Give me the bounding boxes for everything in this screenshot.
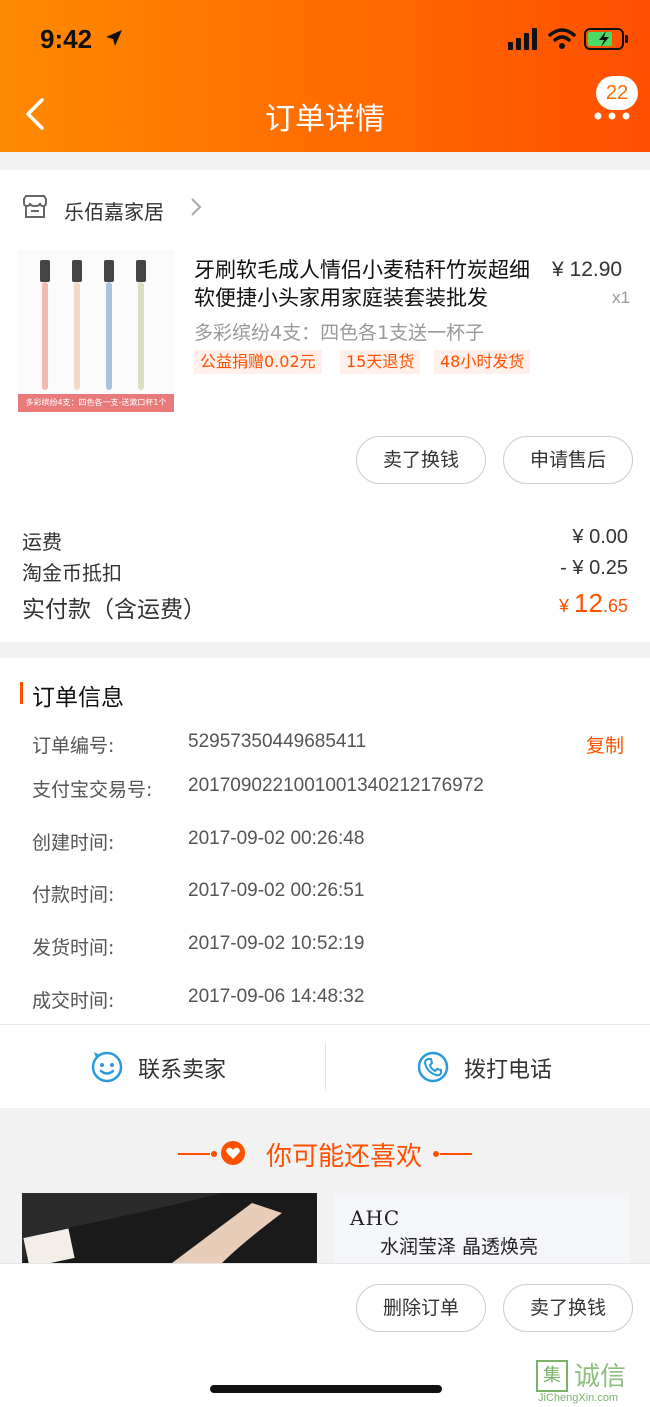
paid-time-label: 付款时间: <box>32 884 115 906</box>
watermark-url: JiChengXin.com <box>538 1392 619 1404</box>
product-image[interactable]: 多彩缤纷4支：四色各一支-送漱口杯1个 <box>18 250 174 412</box>
alipay-trade-label: 支付宝交易号: <box>32 779 153 801</box>
tag-charity: 公益捐赠0.02元 <box>194 350 322 374</box>
order-number-label: 订单编号: <box>32 735 115 757</box>
paid-amount-label: 实付款（含运费） <box>22 597 206 623</box>
location-arrow-icon <box>106 30 122 46</box>
tag-return: 15天退货 <box>340 350 421 374</box>
recommend-title: 你可能还喜欢 <box>0 1136 650 1173</box>
product-price: ¥ 12.90 <box>552 258 623 281</box>
coin-deduct-label: 淘金币抵扣 <box>22 561 122 585</box>
page-title: 订单详情 <box>265 102 385 137</box>
shipped-time-value: 2017-09-02 10:52:19 <box>188 933 365 954</box>
created-time-value: 2017-09-02 00:26:48 <box>188 828 365 849</box>
copy-order-number-button[interactable]: 复制 <box>586 731 624 758</box>
section-accent-bar <box>20 682 23 704</box>
paid-amount-value: ¥ 12.65 <box>559 588 628 619</box>
completed-time-label: 成交时间: <box>32 990 115 1012</box>
delete-order-button[interactable]: 删除订单 <box>356 1284 486 1332</box>
home-indicator[interactable] <box>210 1385 442 1393</box>
paid-currency: ¥ <box>559 596 575 616</box>
cellular-signal-icon <box>508 28 537 50</box>
paid-time-value: 2017-09-02 00:26:51 <box>188 880 365 901</box>
contact-seller-button[interactable]: 联系卖家 <box>138 1052 226 1084</box>
sell-for-cash-button[interactable]: 卖了换钱 <box>356 436 486 484</box>
recommend-product-card[interactable] <box>22 1193 317 1263</box>
recommend-brand: AHC <box>350 1206 401 1230</box>
created-time-label: 创建时间: <box>32 832 115 854</box>
more-dots-icon[interactable] <box>592 104 632 124</box>
decor-line-right <box>433 1151 472 1157</box>
shipped-time-label: 发货时间: <box>32 937 115 959</box>
recommend-slogan: 水润莹泽 晶透焕亮 <box>380 1236 539 1258</box>
divider <box>0 1024 650 1025</box>
coin-deduct-value: - ¥ 0.25 <box>560 557 628 579</box>
recommend-product-image <box>22 1193 317 1263</box>
chat-face-icon[interactable] <box>90 1050 124 1084</box>
toothbrush-image <box>40 260 146 390</box>
shipping-value: ¥ 0.00 <box>572 526 628 548</box>
order-number-value: 52957350449685411 <box>188 731 367 752</box>
recommend-title-text: 你可能还喜欢 <box>265 1142 422 1172</box>
alipay-trade-value: 2017090221001001340212176972 <box>188 775 484 796</box>
watermark-text: 诚信 <box>574 1362 627 1392</box>
watermark-logo-box: 集 <box>536 1360 568 1392</box>
wifi-icon <box>548 28 576 49</box>
tag-shipping: 48小时发货 <box>434 350 531 374</box>
status-bar: 9:42 <box>0 0 650 80</box>
shipping-label: 运费 <box>22 530 62 554</box>
product-image-caption: 多彩缤纷4支：四色各一支-送漱口杯1个 <box>18 394 174 412</box>
status-time: 9:42 <box>40 24 93 54</box>
after-sale-button[interactable]: 申请售后 <box>503 436 633 484</box>
product-title[interactable]: 牙刷软毛成人情侣小麦秸秆竹炭超细软便捷小头家用家庭装套装批发 <box>194 256 544 312</box>
phone-icon[interactable] <box>416 1050 450 1084</box>
chevron-right-icon[interactable] <box>188 196 204 218</box>
sell-for-cash-bottom-button[interactable]: 卖了换钱 <box>503 1284 633 1332</box>
product-quantity: x1 <box>612 288 630 307</box>
battery-icon <box>584 28 628 50</box>
completed-time-value: 2017-09-06 14:48:32 <box>188 986 365 1007</box>
divider-vertical <box>325 1042 326 1090</box>
call-phone-button[interactable]: 拨打电话 <box>464 1052 552 1084</box>
header: 9:42 订单详情 22 <box>0 0 650 152</box>
shop-name[interactable]: 乐佰嘉家居 <box>64 196 164 225</box>
store-icon <box>23 195 47 218</box>
product-sku: 多彩缤纷4支：四色各1支送一杯子 <box>194 322 485 344</box>
paid-integer: 12 <box>574 588 603 618</box>
order-info-title: 订单信息 <box>32 685 124 711</box>
paid-decimal: .65 <box>602 596 628 616</box>
